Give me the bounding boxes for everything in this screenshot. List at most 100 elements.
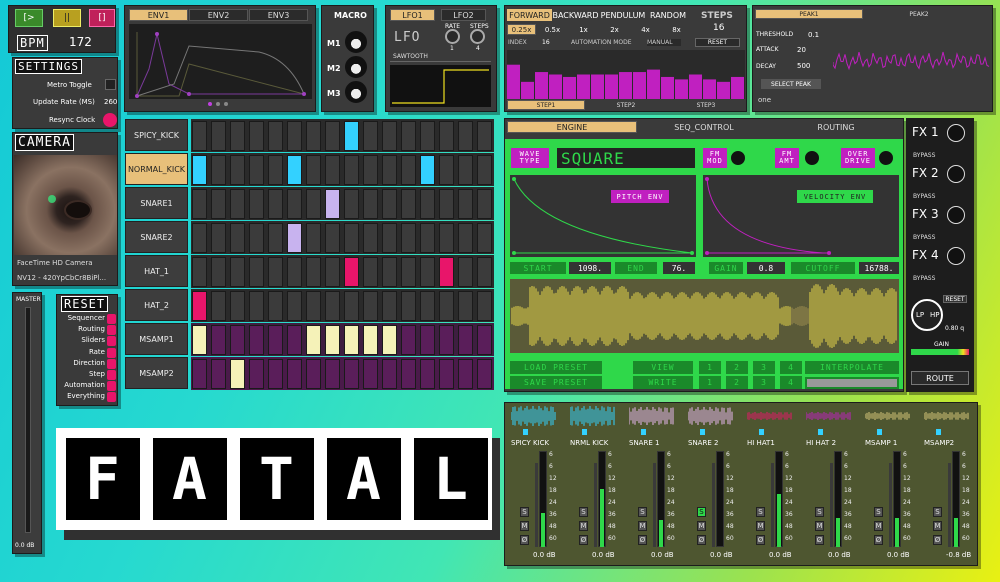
step-cell[interactable] (477, 189, 492, 219)
preset-slot[interactable]: 1 (699, 361, 721, 374)
step-cell[interactable] (230, 155, 245, 185)
step-cell[interactable] (363, 325, 378, 355)
fm-amt-knob[interactable] (803, 149, 821, 167)
step-cell[interactable] (192, 257, 207, 287)
step-cell[interactable] (382, 121, 397, 151)
step-cell[interactable] (287, 291, 302, 321)
step-cell[interactable] (363, 359, 378, 389)
mute-button[interactable]: M (579, 521, 588, 531)
step-bar[interactable] (605, 74, 618, 100)
macro-knob[interactable] (345, 56, 367, 78)
fx-mode-select[interactable]: BYPASS (910, 150, 970, 160)
track-label[interactable]: MSAMP2 (125, 357, 188, 389)
step-cell[interactable] (287, 121, 302, 151)
step-cell[interactable] (344, 325, 359, 355)
step-cell[interactable] (249, 291, 264, 321)
step-cell[interactable] (268, 291, 283, 321)
step-cell[interactable] (249, 155, 264, 185)
step-cell[interactable] (268, 189, 283, 219)
step-cell[interactable] (401, 121, 416, 151)
step-cell[interactable] (363, 257, 378, 287)
step-cell[interactable] (249, 189, 264, 219)
tab-env2[interactable]: ENV2 (189, 9, 248, 21)
step-cell[interactable] (230, 257, 245, 287)
envelope-graph[interactable] (129, 24, 312, 99)
step-bar[interactable] (507, 64, 520, 99)
step-cell[interactable] (439, 155, 454, 185)
speed-option[interactable]: 0.25x (507, 24, 536, 35)
step-cell[interactable] (192, 189, 207, 219)
step-cell[interactable] (192, 121, 207, 151)
step-cell[interactable] (230, 223, 245, 253)
solo-button[interactable]: S (933, 507, 942, 517)
speed-option[interactable]: 8x (662, 24, 691, 35)
step-cell[interactable] (477, 121, 492, 151)
macro-knob[interactable] (345, 81, 367, 103)
step-cell[interactable] (477, 291, 492, 321)
lfo-rate-knob[interactable] (445, 29, 460, 44)
fx-knob[interactable] (947, 165, 965, 183)
mute-button[interactable]: M (874, 521, 883, 531)
step-cell[interactable] (458, 121, 473, 151)
camera-format-select[interactable]: NV12 - 420YpCbCr8BiPl... (14, 272, 117, 284)
step-cell[interactable] (230, 291, 245, 321)
reset-item-button[interactable] (107, 336, 116, 347)
step-cell[interactable] (287, 359, 302, 389)
track-label[interactable]: HAT_2 (125, 289, 188, 321)
step-cell[interactable] (477, 155, 492, 185)
step-cell[interactable] (230, 325, 245, 355)
step-cell[interactable] (382, 257, 397, 287)
solo-button[interactable]: S (638, 507, 647, 517)
overdrive-knob[interactable] (877, 149, 895, 167)
gain-value[interactable]: 0.8 (747, 262, 785, 274)
step-cell[interactable] (268, 257, 283, 287)
step-cell[interactable] (325, 291, 340, 321)
dir-forward[interactable]: FORWARD (507, 9, 552, 21)
metro-toggle[interactable] (105, 79, 116, 90)
track-label[interactable]: SNARE1 (125, 187, 188, 219)
step-cell[interactable] (439, 223, 454, 253)
preset-slot[interactable]: 3 (753, 361, 775, 374)
step-cell[interactable] (287, 223, 302, 253)
dir-pendulum[interactable]: PENDULUM (599, 9, 647, 21)
step-bar[interactable] (577, 74, 590, 100)
step-cell[interactable] (325, 359, 340, 389)
step-cell[interactable] (420, 121, 435, 151)
lfo-wave-select[interactable]: SAWTOOTH (390, 52, 491, 62)
reset-item-button[interactable] (107, 392, 116, 403)
sample-waveform[interactable] (510, 279, 899, 353)
step-cell[interactable] (382, 155, 397, 185)
step-cell[interactable] (211, 189, 226, 219)
tab-env1[interactable]: ENV1 (129, 9, 188, 21)
step-cell[interactable] (306, 121, 321, 151)
solo-button[interactable]: S (697, 507, 706, 517)
track-label[interactable]: HAT_1 (125, 255, 188, 287)
peak-dropdown[interactable]: one (755, 95, 827, 105)
play-button[interactable]: [> (15, 9, 43, 27)
env-page-dot[interactable] (216, 102, 220, 106)
step-cell[interactable] (458, 325, 473, 355)
step-cell[interactable] (192, 359, 207, 389)
step-bar[interactable] (549, 74, 562, 100)
decay-value[interactable]: 500 (797, 62, 810, 70)
tab-peak2[interactable]: PEAK2 (865, 9, 973, 19)
mute-button[interactable]: M (520, 521, 529, 531)
step-cell[interactable] (211, 359, 226, 389)
step-cell[interactable] (287, 155, 302, 185)
step-cell[interactable] (211, 121, 226, 151)
tab-step1[interactable]: STEP1 (507, 100, 585, 110)
route-button[interactable]: ROUTE (911, 371, 969, 385)
step-cell[interactable] (306, 189, 321, 219)
step-cell[interactable] (306, 325, 321, 355)
step-cell[interactable] (401, 359, 416, 389)
automation-select[interactable]: MANUAL (647, 39, 681, 46)
tab-routing[interactable]: ROUTING (771, 121, 901, 133)
step-bar[interactable] (675, 79, 688, 99)
step-cell[interactable] (363, 155, 378, 185)
step-bar[interactable] (703, 79, 716, 99)
step-cell[interactable] (344, 189, 359, 219)
track-label[interactable]: SPICY_KICK (125, 119, 188, 151)
macro-knob[interactable] (345, 31, 367, 53)
step-cell[interactable] (287, 189, 302, 219)
step-bar[interactable] (521, 81, 534, 99)
